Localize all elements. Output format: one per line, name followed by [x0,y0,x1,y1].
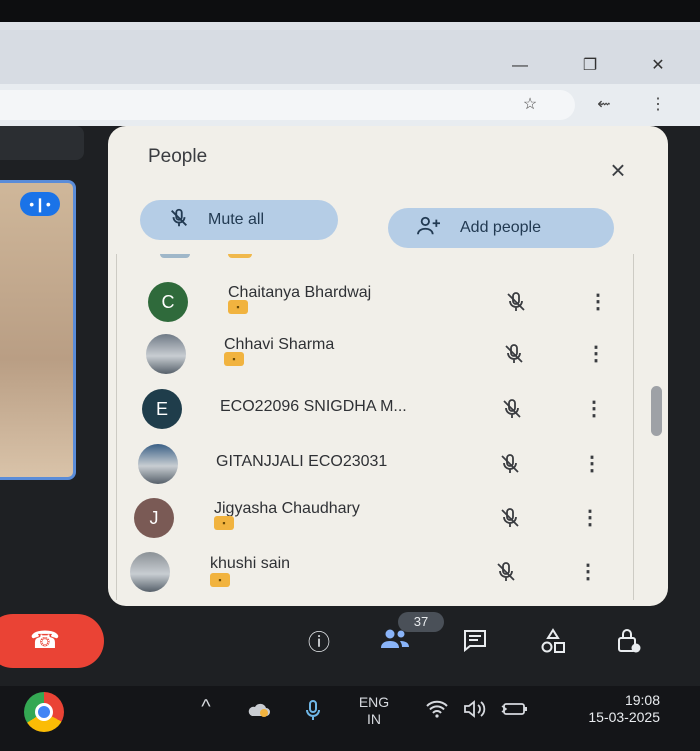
meeting-host-tag-icon: ▪ [210,573,230,587]
volume-icon[interactable] [462,700,490,721]
info-icon: ⓘ [307,630,330,655]
participant-name: Jigyasha Chaudhary [214,500,360,517]
language-indicator[interactable]: ENG IN [352,694,396,728]
people-icon [381,629,409,648]
minimize-icon[interactable]: — [506,56,534,76]
mic-off-icon[interactable] [500,397,524,421]
meeting-info-chip[interactable] [0,126,84,160]
avatar [146,334,186,374]
mute-all-button[interactable]: Mute all [140,200,338,240]
chrome-taskbar-icon[interactable] [24,692,64,732]
microphone-icon[interactable] [302,700,324,725]
address-bar[interactable] [0,90,575,120]
more-options-icon[interactable]: ⋮ [578,560,598,584]
more-options-icon[interactable]: ⋮ [580,506,600,530]
region-code: IN [367,711,381,727]
activities-button[interactable] [536,628,570,658]
mic-off-icon[interactable] [498,452,522,476]
avatar [130,552,170,592]
avatar: J [134,498,174,538]
speaking-indicator-icon: •❙• [20,192,60,216]
more-options-icon[interactable]: ⋮ [588,290,608,314]
extension-icon[interactable]: ⇜ [592,94,616,116]
screen: — ❐ ✕ ☆ ⇜ ⋮ •❙• People × Mute all Add pe… [0,0,700,751]
hangup-icon: ☎ [30,627,60,654]
leave-call-button[interactable]: ☎ [0,614,104,668]
participant-name: khushi sain [210,555,291,572]
participant-list-scrollbar[interactable] [651,386,662,436]
more-options-icon[interactable]: ⋮ [586,342,606,366]
chat-button[interactable] [458,628,492,658]
more-options-icon[interactable]: ⋮ [582,452,602,476]
avatar [138,444,178,484]
mic-off-icon[interactable] [504,290,528,314]
add-person-icon [416,215,442,242]
partial-avatar [160,254,190,258]
add-people-label: Add people [460,219,541,236]
browser-menu-icon[interactable]: ⋮ [646,94,670,116]
clock-date: 15-03-2025 [588,709,660,725]
participant-name: Chaitanya Bhardwaj [228,284,372,301]
mic-off-icon[interactable] [502,342,526,366]
participant-list [116,254,634,600]
mic-off-icon[interactable] [494,560,518,584]
participant-video-tile[interactable] [0,180,76,480]
chat-icon [464,630,486,653]
mic-off-icon [168,207,190,234]
system-clock[interactable]: 19:08 15-03-2025 [554,692,660,726]
participant-name: GITANJJALI ECO23031 [216,453,388,470]
mute-all-label: Mute all [208,211,265,228]
close-icon[interactable]: ✕ [644,56,672,76]
avatar: C [148,282,188,322]
avatar: E [142,389,182,429]
clock-time: 19:08 [624,692,660,708]
meeting-host-tag-icon: ▪ [214,516,234,530]
meeting-host-tag-icon: ▪ [224,352,244,366]
add-people-button[interactable]: Add people [388,208,614,248]
show-hidden-icons-icon[interactable]: ^ [196,696,216,719]
more-options-icon[interactable]: ⋮ [584,397,604,421]
panel-title: People [148,146,208,167]
activities-icon [541,628,565,653]
mic-off-icon[interactable] [498,506,522,530]
meeting-details-button[interactable]: ⓘ [302,628,336,658]
close-panel-icon[interactable]: × [604,156,632,184]
partial-host-tag [228,254,252,258]
battery-icon[interactable] [500,702,530,719]
lock-icon [618,629,641,653]
restore-icon[interactable]: ❐ [576,56,604,76]
meeting-host-tag-icon: ▪ [228,300,248,314]
people-button[interactable] [378,628,412,658]
participant-name: ECO22096 SNIGDHA M... [220,398,407,415]
bookmark-star-icon[interactable]: ☆ [518,94,542,116]
onedrive-icon[interactable] [246,702,272,721]
wifi-icon[interactable] [424,700,450,721]
language-code: ENG [358,694,390,710]
host-controls-button[interactable] [612,628,646,658]
